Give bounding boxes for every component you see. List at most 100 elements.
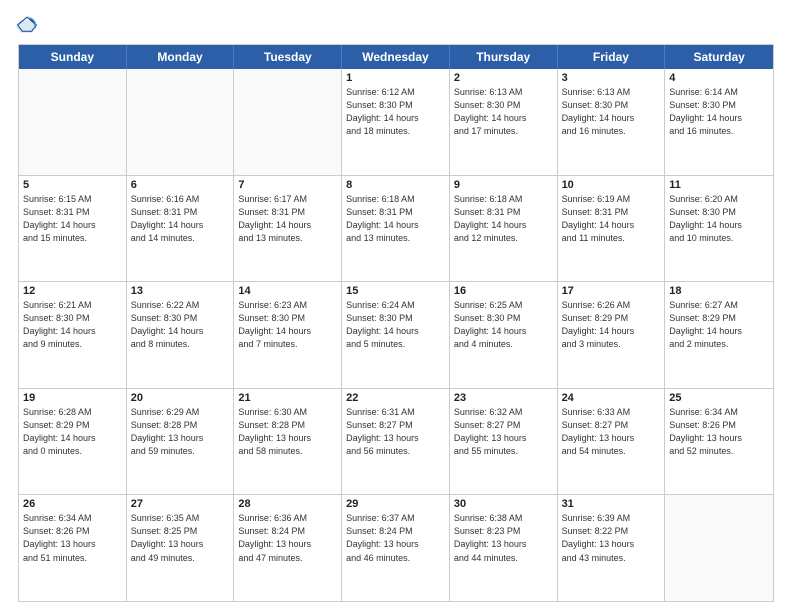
day-info-20: Sunrise: 6:29 AM Sunset: 8:28 PM Dayligh…: [131, 406, 230, 458]
day-info-14: Sunrise: 6:23 AM Sunset: 8:30 PM Dayligh…: [238, 299, 337, 351]
calendar-row-3: 19Sunrise: 6:28 AM Sunset: 8:29 PM Dayli…: [19, 388, 773, 495]
day-number-2: 2: [454, 72, 553, 84]
day-cell-12: 12 Sunrise: 6:21 AM Sunset: 8:30 PM Dayli…: [19, 282, 127, 388]
day-info-9: Sunrise: 6:18 AM Sunset: 8:31 PM Dayligh…: [454, 193, 553, 245]
day-info-4: Sunrise: 6:14 AM Sunset: 8:30 PM Dayligh…: [669, 86, 769, 138]
day-cell-3: 3Sunrise: 6:13 AM Sunset: 8:30 PM Daylig…: [558, 69, 666, 175]
day-info-26: Sunrise: 6:34 AM Sunset: 8:26 PM Dayligh…: [23, 512, 122, 564]
day-cell-16: 16 Sunrise: 6:25 AM Sunset: 8:30 PM Dayli…: [450, 282, 558, 388]
day-number-19: 19: [23, 392, 122, 404]
day-cell-23: 23 Sunrise: 6:32 AM Sunset: 8:27 PM Dayli…: [450, 389, 558, 495]
day-info-13: Sunrise: 6:22 AM Sunset: 8:30 PM Dayligh…: [131, 299, 230, 351]
day-cell-22: 22 Sunrise: 6:31 AM Sunset: 8:27 PM Dayli…: [342, 389, 450, 495]
weekday-header-monday: Monday: [127, 45, 235, 69]
day-number-8: 8: [346, 179, 445, 191]
day-cell-25: 25 Sunrise: 6:34 AM Sunset: 8:26 PM Dayli…: [665, 389, 773, 495]
day-info-30: Sunrise: 6:38 AM Sunset: 8:23 PM Dayligh…: [454, 512, 553, 564]
day-number-10: 10: [562, 179, 661, 191]
day-number-30: 30: [454, 498, 553, 510]
day-cell-15: 15 Sunrise: 6:24 AM Sunset: 8:30 PM Dayli…: [342, 282, 450, 388]
day-number-4: 4: [669, 72, 769, 84]
weekday-header-friday: Friday: [558, 45, 666, 69]
day-number-28: 28: [238, 498, 337, 510]
day-info-23: Sunrise: 6:32 AM Sunset: 8:27 PM Dayligh…: [454, 406, 553, 458]
day-number-14: 14: [238, 285, 337, 297]
day-cell-24: 24 Sunrise: 6:33 AM Sunset: 8:27 PM Dayli…: [558, 389, 666, 495]
weekday-header-saturday: Saturday: [665, 45, 773, 69]
day-cell-26: 26 Sunrise: 6:34 AM Sunset: 8:26 PM Dayli…: [19, 495, 127, 601]
day-number-25: 25: [669, 392, 769, 404]
day-cell-27: 27 Sunrise: 6:35 AM Sunset: 8:25 PM Dayli…: [127, 495, 235, 601]
day-info-17: Sunrise: 6:26 AM Sunset: 8:29 PM Dayligh…: [562, 299, 661, 351]
calendar-header-row: SundayMondayTuesdayWednesdayThursdayFrid…: [19, 45, 773, 69]
day-info-27: Sunrise: 6:35 AM Sunset: 8:25 PM Dayligh…: [131, 512, 230, 564]
page: SundayMondayTuesdayWednesdayThursdayFrid…: [0, 0, 792, 612]
day-info-24: Sunrise: 6:33 AM Sunset: 8:27 PM Dayligh…: [562, 406, 661, 458]
day-info-8: Sunrise: 6:18 AM Sunset: 8:31 PM Dayligh…: [346, 193, 445, 245]
day-cell-21: 21 Sunrise: 6:30 AM Sunset: 8:28 PM Dayli…: [234, 389, 342, 495]
day-info-6: Sunrise: 6:16 AM Sunset: 8:31 PM Dayligh…: [131, 193, 230, 245]
day-number-6: 6: [131, 179, 230, 191]
weekday-header-sunday: Sunday: [19, 45, 127, 69]
empty-cell: [665, 495, 773, 601]
day-cell-18: 18Sunrise: 6:27 AM Sunset: 8:29 PM Dayli…: [665, 282, 773, 388]
logo-icon: [16, 14, 38, 36]
day-number-24: 24: [562, 392, 661, 404]
day-cell-4: 4 Sunrise: 6:14 AM Sunset: 8:30 PM Daylig…: [665, 69, 773, 175]
calendar-row-0: 1Sunrise: 6:12 AM Sunset: 8:30 PM Daylig…: [19, 69, 773, 175]
day-cell-10: 10 Sunrise: 6:19 AM Sunset: 8:31 PM Dayli…: [558, 176, 666, 282]
weekday-header-thursday: Thursday: [450, 45, 558, 69]
day-number-31: 31: [562, 498, 661, 510]
calendar-body: 1Sunrise: 6:12 AM Sunset: 8:30 PM Daylig…: [19, 69, 773, 601]
day-cell-11: 11 Sunrise: 6:20 AM Sunset: 8:30 PM Dayli…: [665, 176, 773, 282]
day-cell-1: 1Sunrise: 6:12 AM Sunset: 8:30 PM Daylig…: [342, 69, 450, 175]
day-cell-14: 14 Sunrise: 6:23 AM Sunset: 8:30 PM Dayli…: [234, 282, 342, 388]
day-info-5: Sunrise: 6:15 AM Sunset: 8:31 PM Dayligh…: [23, 193, 122, 245]
calendar: SundayMondayTuesdayWednesdayThursdayFrid…: [18, 44, 774, 602]
day-info-18: Sunrise: 6:27 AM Sunset: 8:29 PM Dayligh…: [669, 299, 769, 351]
day-cell-20: 20 Sunrise: 6:29 AM Sunset: 8:28 PM Dayli…: [127, 389, 235, 495]
day-info-10: Sunrise: 6:19 AM Sunset: 8:31 PM Dayligh…: [562, 193, 661, 245]
day-number-5: 5: [23, 179, 122, 191]
day-number-13: 13: [131, 285, 230, 297]
day-info-15: Sunrise: 6:24 AM Sunset: 8:30 PM Dayligh…: [346, 299, 445, 351]
day-info-2: Sunrise: 6:13 AM Sunset: 8:30 PM Dayligh…: [454, 86, 553, 138]
day-number-12: 12: [23, 285, 122, 297]
day-cell-19: 19Sunrise: 6:28 AM Sunset: 8:29 PM Dayli…: [19, 389, 127, 495]
day-cell-31: 31Sunrise: 6:39 AM Sunset: 8:22 PM Dayli…: [558, 495, 666, 601]
day-cell-17: 17 Sunrise: 6:26 AM Sunset: 8:29 PM Dayli…: [558, 282, 666, 388]
day-cell-13: 13 Sunrise: 6:22 AM Sunset: 8:30 PM Dayli…: [127, 282, 235, 388]
day-number-16: 16: [454, 285, 553, 297]
weekday-header-tuesday: Tuesday: [234, 45, 342, 69]
day-number-17: 17: [562, 285, 661, 297]
day-number-22: 22: [346, 392, 445, 404]
day-cell-5: 5 Sunrise: 6:15 AM Sunset: 8:31 PM Daylig…: [19, 176, 127, 282]
day-info-12: Sunrise: 6:21 AM Sunset: 8:30 PM Dayligh…: [23, 299, 122, 351]
day-number-27: 27: [131, 498, 230, 510]
empty-cell: [234, 69, 342, 175]
day-info-16: Sunrise: 6:25 AM Sunset: 8:30 PM Dayligh…: [454, 299, 553, 351]
day-number-21: 21: [238, 392, 337, 404]
day-info-11: Sunrise: 6:20 AM Sunset: 8:30 PM Dayligh…: [669, 193, 769, 245]
day-number-26: 26: [23, 498, 122, 510]
day-number-15: 15: [346, 285, 445, 297]
empty-cell: [127, 69, 235, 175]
day-cell-6: 6 Sunrise: 6:16 AM Sunset: 8:31 PM Daylig…: [127, 176, 235, 282]
day-info-21: Sunrise: 6:30 AM Sunset: 8:28 PM Dayligh…: [238, 406, 337, 458]
day-info-25: Sunrise: 6:34 AM Sunset: 8:26 PM Dayligh…: [669, 406, 769, 458]
day-info-22: Sunrise: 6:31 AM Sunset: 8:27 PM Dayligh…: [346, 406, 445, 458]
day-number-3: 3: [562, 72, 661, 84]
day-number-29: 29: [346, 498, 445, 510]
day-number-11: 11: [669, 179, 769, 191]
calendar-row-2: 12 Sunrise: 6:21 AM Sunset: 8:30 PM Dayli…: [19, 281, 773, 388]
day-cell-2: 2 Sunrise: 6:13 AM Sunset: 8:30 PM Daylig…: [450, 69, 558, 175]
day-info-29: Sunrise: 6:37 AM Sunset: 8:24 PM Dayligh…: [346, 512, 445, 564]
day-number-9: 9: [454, 179, 553, 191]
calendar-row-4: 26 Sunrise: 6:34 AM Sunset: 8:26 PM Dayli…: [19, 494, 773, 601]
calendar-row-1: 5 Sunrise: 6:15 AM Sunset: 8:31 PM Daylig…: [19, 175, 773, 282]
day-cell-8: 8 Sunrise: 6:18 AM Sunset: 8:31 PM Daylig…: [342, 176, 450, 282]
day-cell-30: 30 Sunrise: 6:38 AM Sunset: 8:23 PM Dayli…: [450, 495, 558, 601]
day-number-23: 23: [454, 392, 553, 404]
logo: [18, 14, 38, 36]
day-number-20: 20: [131, 392, 230, 404]
